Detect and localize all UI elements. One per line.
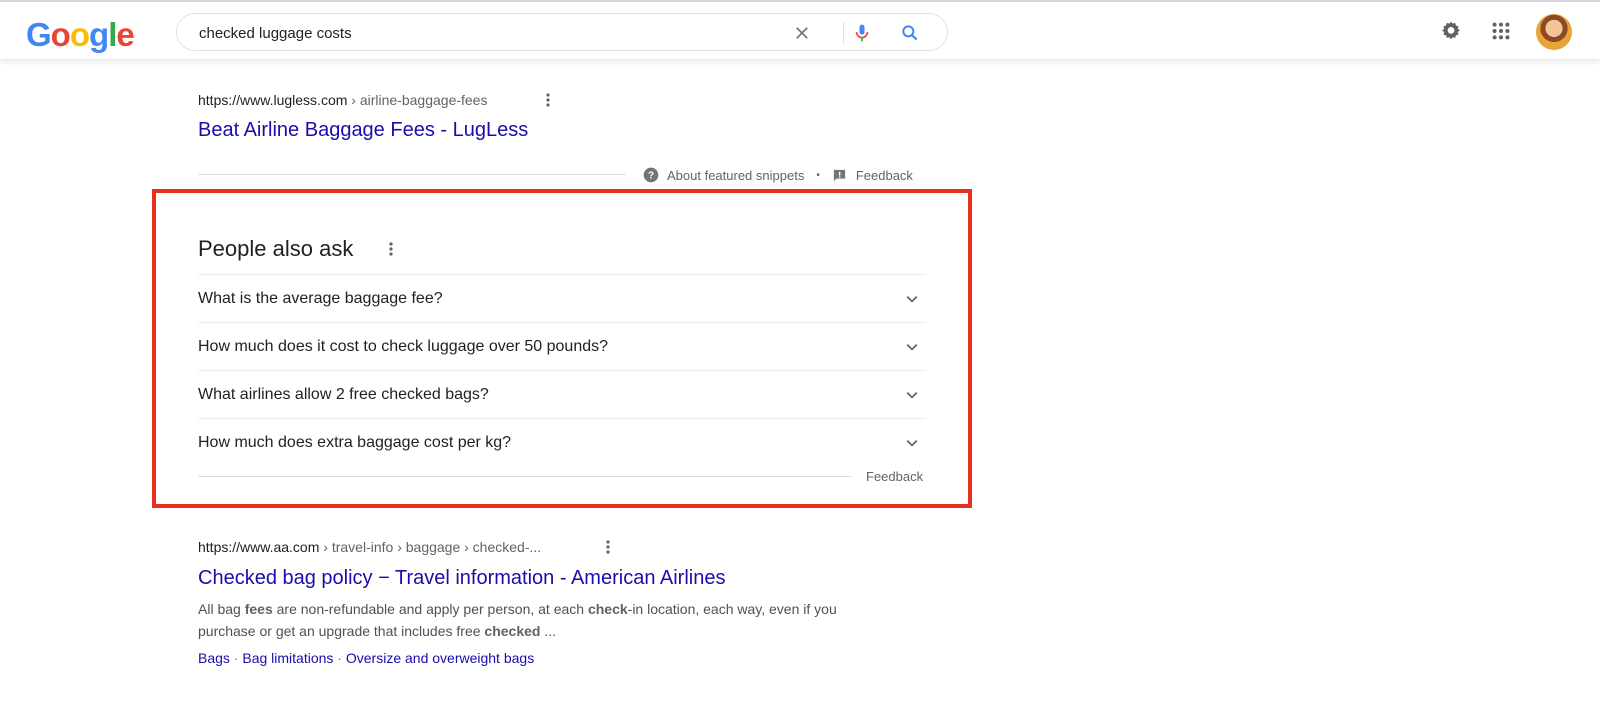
feedback-link[interactable]: Feedback — [856, 168, 913, 183]
result-more-options-icon[interactable] — [599, 538, 617, 556]
search-result: https://www.lugless.com › airline-baggag… — [198, 90, 487, 110]
search-result: https://www.aa.com › travel-info › bagga… — [198, 537, 541, 557]
paa-question-row[interactable]: What airlines allow 2 free checked bags? — [198, 370, 926, 418]
snippet-bold-term: check — [587, 601, 628, 617]
result-path: › airline-baggage-fees — [347, 92, 488, 108]
search-box — [176, 13, 948, 51]
clear-icon[interactable] — [791, 22, 813, 44]
search-divider — [843, 22, 844, 44]
snippet-bold-term: fees — [244, 601, 273, 617]
sitelink-separator: · — [229, 650, 243, 666]
divider — [198, 174, 626, 175]
paa-question: What is the average baggage fee? — [198, 289, 443, 307]
people-also-ask-title: People also ask — [198, 236, 354, 261]
paa-question: How much does extra baggage cost per kg? — [198, 433, 512, 451]
paa-question: What airlines allow 2 free checked bags? — [198, 385, 489, 403]
result-sitelinks: Bags · Bag limitations · Oversize and ov… — [198, 648, 534, 668]
logo-letter: e — [116, 16, 134, 53]
help-icon[interactable]: ? — [643, 167, 659, 183]
logo-letter: G — [26, 16, 52, 53]
result-cite: https://www.lugless.com › airline-baggag… — [198, 90, 487, 110]
result-title-link[interactable]: Checked bag policy − Travel information … — [198, 565, 725, 591]
search-header: Google — [0, 2, 1600, 60]
chevron-down-icon — [900, 383, 924, 407]
paa-question: How much does it cost to check luggage o… — [198, 337, 609, 355]
gear-icon[interactable] — [1434, 14, 1468, 48]
avatar[interactable] — [1536, 14, 1572, 50]
sitelink-separator: · — [333, 650, 346, 666]
about-featured-snippets-link[interactable]: About featured snippets — [667, 168, 804, 183]
logo-letter: o — [69, 16, 90, 53]
result-path: › travel-info › baggage › checked-... — [319, 539, 542, 555]
result-domain: https://www.lugless.com — [198, 92, 348, 108]
result-cite: https://www.aa.com › travel-info › bagga… — [198, 537, 541, 557]
paa-question-row[interactable]: How much does extra baggage cost per kg? — [198, 418, 926, 466]
feedback-icon[interactable] — [832, 168, 847, 183]
paa-question-row[interactable]: How much does it cost to check luggage o… — [198, 322, 926, 370]
snippet-text: are non-refundable and apply per person,… — [272, 601, 588, 617]
google-logo[interactable]: Google — [26, 16, 135, 54]
sitelink[interactable]: Bags — [198, 650, 230, 666]
snippet-text: All bag — [198, 601, 245, 617]
sitelink[interactable]: Bag limitations — [242, 650, 333, 666]
paa-feedback-link[interactable]: Feedback — [866, 469, 923, 484]
result-snippet: All bag fees are non-refundable and appl… — [198, 598, 838, 642]
logo-letter: l — [108, 16, 117, 53]
logo-letter: o — [50, 16, 71, 53]
chevron-down-icon — [900, 287, 924, 311]
sitelink[interactable]: Oversize and overweight bags — [346, 650, 534, 666]
logo-letter: g — [89, 16, 109, 53]
search-icon[interactable] — [899, 22, 921, 44]
apps-grid-icon[interactable] — [1484, 14, 1518, 48]
snippet-bold-term: checked — [484, 623, 541, 639]
search-input[interactable] — [199, 22, 759, 44]
chevron-down-icon — [900, 335, 924, 359]
snippet-text: ... — [540, 623, 557, 639]
result-domain: https://www.aa.com — [198, 539, 320, 555]
paa-question-row[interactable]: What is the average baggage fee? — [198, 274, 926, 322]
paa-more-options-icon[interactable] — [382, 240, 400, 258]
meta-separator: • — [816, 169, 820, 181]
featured-snippet-meta: ? About featured snippets • Feedback — [643, 165, 913, 185]
divider — [198, 476, 852, 477]
svg-text:?: ? — [648, 170, 654, 181]
microphone-icon[interactable] — [851, 22, 873, 44]
chevron-down-icon — [900, 431, 924, 455]
result-more-options-icon[interactable] — [539, 91, 557, 109]
result-title-link[interactable]: Beat Airline Baggage Fees - LugLess — [198, 117, 528, 143]
